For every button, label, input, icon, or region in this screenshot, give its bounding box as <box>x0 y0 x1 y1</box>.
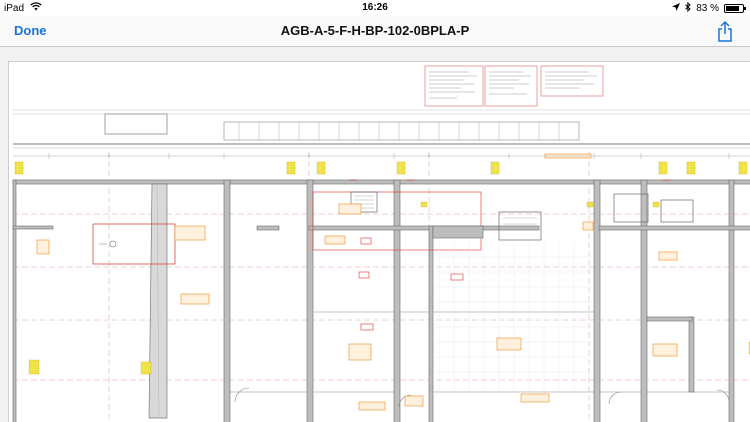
battery-level <box>726 6 739 11</box>
share-icon[interactable] <box>714 20 736 42</box>
partitions <box>230 311 730 408</box>
nav-bar: Done AGB-A-5-F-H-BP-102-0BPLA-P <box>0 16 750 47</box>
tapered-column <box>148 183 168 419</box>
walls <box>12 179 750 422</box>
status-right: 83 % <box>672 1 746 15</box>
floor-plan-drawing <box>12 65 750 422</box>
grid-lines <box>13 152 750 422</box>
core-block <box>312 191 694 251</box>
battery-icon <box>724 4 746 13</box>
clock: 16:26 <box>362 2 388 13</box>
dimension-line <box>13 153 750 159</box>
document-viewer[interactable] <box>0 47 750 422</box>
status-bar: iPad 16:26 83 % <box>0 0 750 16</box>
elevation-strip <box>13 109 750 149</box>
title-block <box>424 65 604 107</box>
orange-labels <box>36 153 678 411</box>
location-arrow-icon <box>672 2 681 15</box>
floor-plan-sheet[interactable] <box>8 61 750 422</box>
battery-percent: 83 % <box>696 3 719 14</box>
floor-grid <box>433 242 594 392</box>
bluetooth-icon <box>685 1 691 15</box>
document-title: AGB-A-5-F-H-BP-102-0BPLA-P <box>280 23 470 38</box>
